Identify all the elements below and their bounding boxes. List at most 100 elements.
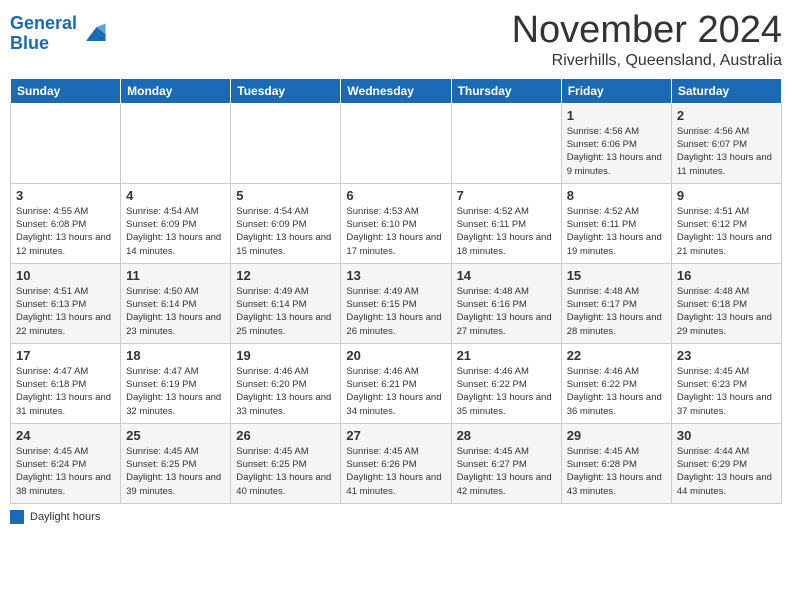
location-title: Riverhills, Queensland, Australia (512, 52, 782, 70)
calendar-week-row: 3 Sunrise: 4:55 AM Sunset: 6:08 PM Daylig… (11, 183, 782, 263)
calendar-cell (341, 103, 451, 183)
day-info: Sunrise: 4:48 AM Sunset: 6:18 PM Dayligh… (677, 285, 776, 338)
day-info: Sunrise: 4:46 AM Sunset: 6:22 PM Dayligh… (457, 365, 556, 418)
calendar-cell (231, 103, 341, 183)
calendar-day-header: Sunday (11, 78, 121, 103)
day-number: 17 (16, 348, 115, 363)
calendar-cell: 6Sunrise: 4:53 AM Sunset: 6:10 PM Daylig… (341, 183, 451, 263)
day-number: 12 (236, 268, 335, 283)
month-title: November 2024 (512, 10, 782, 52)
calendar-cell: 24 Sunrise: 4:45 AM Sunset: 6:24 PM Dayli… (11, 423, 121, 503)
legend: Daylight hours (10, 510, 782, 524)
calendar-cell: 11Sunrise: 4:50 AM Sunset: 6:14 PM Dayli… (121, 263, 231, 343)
day-number: 8 (567, 188, 666, 203)
day-info: Sunrise: 4:46 AM Sunset: 6:22 PM Dayligh… (567, 365, 666, 418)
day-info: Sunrise: 4:48 AM Sunset: 6:17 PM Dayligh… (567, 285, 666, 338)
logo-icon (79, 20, 107, 48)
calendar-cell (11, 103, 121, 183)
calendar-cell: 30 Sunrise: 4:44 AM Sunset: 6:29 PM Dayli… (671, 423, 781, 503)
day-info: Sunrise: 4:52 AM Sunset: 6:11 PM Dayligh… (567, 205, 666, 258)
calendar-cell: 7Sunrise: 4:52 AM Sunset: 6:11 PM Daylig… (451, 183, 561, 263)
calendar-week-row: 1Sunrise: 4:56 AM Sunset: 6:06 PM Daylig… (11, 103, 782, 183)
day-number: 1 (567, 108, 666, 123)
calendar-cell: 4Sunrise: 4:54 AM Sunset: 6:09 PM Daylig… (121, 183, 231, 263)
day-info: Sunrise: 4:45 AM Sunset: 6:25 PM Dayligh… (126, 445, 225, 498)
day-number: 10 (16, 268, 115, 283)
day-number: 9 (677, 188, 776, 203)
calendar-week-row: 24 Sunrise: 4:45 AM Sunset: 6:24 PM Dayli… (11, 423, 782, 503)
calendar-header-row: SundayMondayTuesdayWednesdayThursdayFrid… (11, 78, 782, 103)
calendar-day-header: Monday (121, 78, 231, 103)
calendar-cell: 5 Sunrise: 4:54 AM Sunset: 6:09 PM Daylig… (231, 183, 341, 263)
calendar-cell (121, 103, 231, 183)
day-info: Sunrise: 4:46 AM Sunset: 6:21 PM Dayligh… (346, 365, 445, 418)
day-number: 24 (16, 428, 115, 443)
calendar-cell: 13Sunrise: 4:49 AM Sunset: 6:15 PM Dayli… (341, 263, 451, 343)
calendar-cell: 26 Sunrise: 4:45 AM Sunset: 6:25 PM Dayli… (231, 423, 341, 503)
day-info: Sunrise: 4:45 AM Sunset: 6:25 PM Dayligh… (236, 445, 335, 498)
calendar-cell: 19 Sunrise: 4:46 AM Sunset: 6:20 PM Dayli… (231, 343, 341, 423)
day-info: Sunrise: 4:45 AM Sunset: 6:26 PM Dayligh… (346, 445, 445, 498)
calendar-table: SundayMondayTuesdayWednesdayThursdayFrid… (10, 78, 782, 504)
day-number: 25 (126, 428, 225, 443)
day-info: Sunrise: 4:54 AM Sunset: 6:09 PM Dayligh… (126, 205, 225, 258)
day-info: Sunrise: 4:45 AM Sunset: 6:28 PM Dayligh… (567, 445, 666, 498)
calendar-cell: 15 Sunrise: 4:48 AM Sunset: 6:17 PM Dayli… (561, 263, 671, 343)
logo-text: General Blue (10, 14, 77, 54)
day-number: 14 (457, 268, 556, 283)
day-info: Sunrise: 4:49 AM Sunset: 6:14 PM Dayligh… (236, 285, 335, 338)
calendar-day-header: Wednesday (341, 78, 451, 103)
day-number: 18 (126, 348, 225, 363)
calendar-week-row: 10 Sunrise: 4:51 AM Sunset: 6:13 PM Dayli… (11, 263, 782, 343)
calendar-day-header: Tuesday (231, 78, 341, 103)
calendar-cell: 10 Sunrise: 4:51 AM Sunset: 6:13 PM Dayli… (11, 263, 121, 343)
calendar-cell: 23Sunrise: 4:45 AM Sunset: 6:23 PM Dayli… (671, 343, 781, 423)
day-number: 19 (236, 348, 335, 363)
calendar-cell: 28 Sunrise: 4:45 AM Sunset: 6:27 PM Dayli… (451, 423, 561, 503)
day-number: 21 (457, 348, 556, 363)
day-number: 3 (16, 188, 115, 203)
day-number: 11 (126, 268, 225, 283)
day-info: Sunrise: 4:44 AM Sunset: 6:29 PM Dayligh… (677, 445, 776, 498)
legend-label: Daylight hours (30, 511, 100, 523)
day-number: 5 (236, 188, 335, 203)
page-header: General Blue November 2024 Riverhills, Q… (10, 10, 782, 70)
day-info: Sunrise: 4:52 AM Sunset: 6:11 PM Dayligh… (457, 205, 556, 258)
calendar-cell: 17 Sunrise: 4:47 AM Sunset: 6:18 PM Dayli… (11, 343, 121, 423)
day-info: Sunrise: 4:47 AM Sunset: 6:19 PM Dayligh… (126, 365, 225, 418)
calendar-cell: 18 Sunrise: 4:47 AM Sunset: 6:19 PM Dayli… (121, 343, 231, 423)
day-number: 28 (457, 428, 556, 443)
day-info: Sunrise: 4:51 AM Sunset: 6:13 PM Dayligh… (16, 285, 115, 338)
calendar-week-row: 17 Sunrise: 4:47 AM Sunset: 6:18 PM Dayli… (11, 343, 782, 423)
day-info: Sunrise: 4:46 AM Sunset: 6:20 PM Dayligh… (236, 365, 335, 418)
day-number: 26 (236, 428, 335, 443)
calendar-cell: 3 Sunrise: 4:55 AM Sunset: 6:08 PM Daylig… (11, 183, 121, 263)
calendar-day-header: Thursday (451, 78, 561, 103)
day-number: 13 (346, 268, 445, 283)
day-number: 27 (346, 428, 445, 443)
day-info: Sunrise: 4:45 AM Sunset: 6:27 PM Dayligh… (457, 445, 556, 498)
day-number: 20 (346, 348, 445, 363)
day-info: Sunrise: 4:47 AM Sunset: 6:18 PM Dayligh… (16, 365, 115, 418)
day-number: 29 (567, 428, 666, 443)
day-number: 15 (567, 268, 666, 283)
day-number: 6 (346, 188, 445, 203)
calendar-cell: 8 Sunrise: 4:52 AM Sunset: 6:11 PM Daylig… (561, 183, 671, 263)
day-number: 30 (677, 428, 776, 443)
calendar-cell: 21 Sunrise: 4:46 AM Sunset: 6:22 PM Dayli… (451, 343, 561, 423)
calendar-cell: 1Sunrise: 4:56 AM Sunset: 6:06 PM Daylig… (561, 103, 671, 183)
day-number: 2 (677, 108, 776, 123)
title-area: November 2024 Riverhills, Queensland, Au… (512, 10, 782, 70)
calendar-day-header: Saturday (671, 78, 781, 103)
logo: General Blue (10, 14, 107, 54)
day-info: Sunrise: 4:45 AM Sunset: 6:24 PM Dayligh… (16, 445, 115, 498)
calendar-cell: 16Sunrise: 4:48 AM Sunset: 6:18 PM Dayli… (671, 263, 781, 343)
calendar-cell: 27 Sunrise: 4:45 AM Sunset: 6:26 PM Dayli… (341, 423, 451, 503)
day-info: Sunrise: 4:51 AM Sunset: 6:12 PM Dayligh… (677, 205, 776, 258)
calendar-cell: 22Sunrise: 4:46 AM Sunset: 6:22 PM Dayli… (561, 343, 671, 423)
day-info: Sunrise: 4:48 AM Sunset: 6:16 PM Dayligh… (457, 285, 556, 338)
calendar-cell: 14 Sunrise: 4:48 AM Sunset: 6:16 PM Dayli… (451, 263, 561, 343)
day-info: Sunrise: 4:54 AM Sunset: 6:09 PM Dayligh… (236, 205, 335, 258)
day-info: Sunrise: 4:55 AM Sunset: 6:08 PM Dayligh… (16, 205, 115, 258)
calendar-cell: 25 Sunrise: 4:45 AM Sunset: 6:25 PM Dayli… (121, 423, 231, 503)
